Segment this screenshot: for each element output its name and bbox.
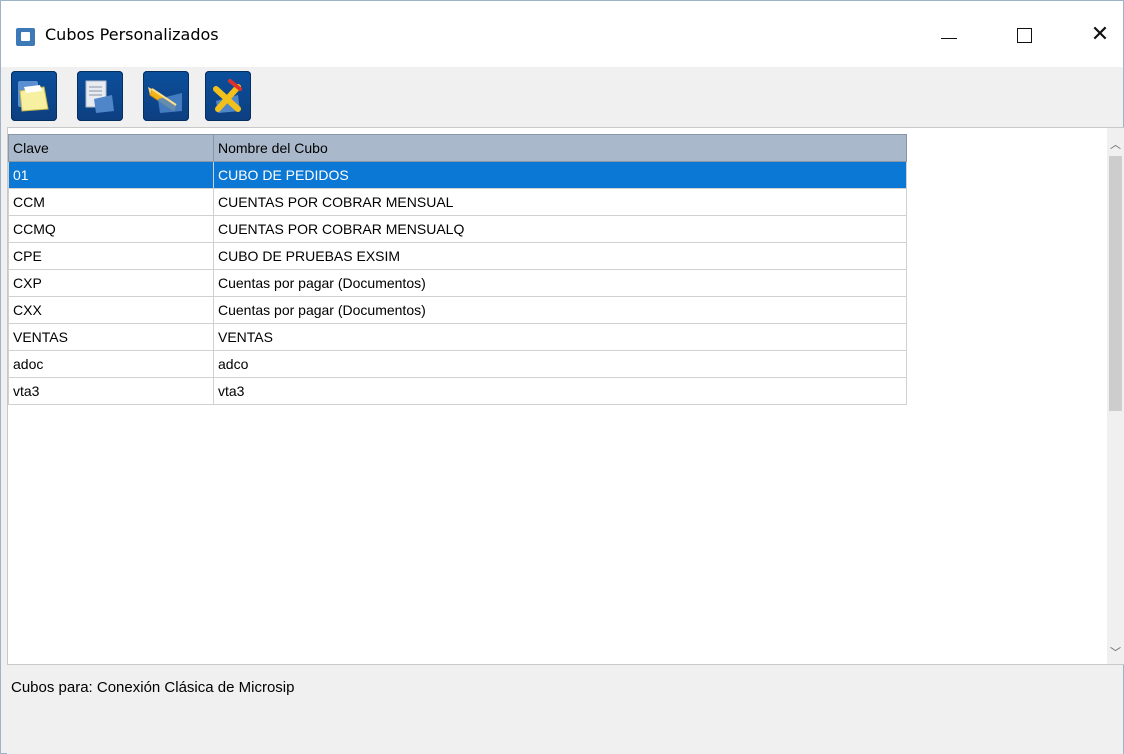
cell-clave: CCM <box>8 188 214 216</box>
cubes-grid[interactable]: Clave Nombre del Cubo 01 CUBO DE PEDIDOS… <box>7 127 1124 665</box>
cell-clave: CXP <box>8 269 214 297</box>
status-panel: Cubos para: Conexión Clásica de Microsip <box>7 664 1123 754</box>
cell-nombre: Cuentas por pagar (Documentos) <box>213 269 907 297</box>
app-icon <box>16 28 35 46</box>
cell-clave: vta3 <box>8 377 214 405</box>
cell-nombre: VENTAS <box>213 323 907 351</box>
new-button[interactable] <box>77 71 123 121</box>
table-row[interactable]: vta3 vta3 <box>8 377 907 405</box>
column-header-clave[interactable]: Clave <box>8 134 214 162</box>
scroll-up-icon[interactable]: ︿ <box>1107 134 1124 154</box>
pencil-icon <box>148 87 182 113</box>
scroll-down-icon[interactable]: ﹀ <box>1107 642 1124 662</box>
table-row[interactable]: CXX Cuentas por pagar (Documentos) <box>8 296 907 324</box>
cell-nombre: CUBO DE PEDIDOS <box>213 161 907 189</box>
minimize-icon <box>941 37 957 39</box>
cell-nombre: CUBO DE PRUEBAS EXSIM <box>213 242 907 270</box>
table-row[interactable]: CPE CUBO DE PRUEBAS EXSIM <box>8 242 907 270</box>
cell-clave: adoc <box>8 350 214 378</box>
cell-nombre: CUENTAS POR COBRAR MENSUALQ <box>213 215 907 243</box>
new-document-icon <box>85 80 114 113</box>
table-row[interactable]: CXP Cuentas por pagar (Documentos) <box>8 269 907 297</box>
vertical-scrollbar[interactable]: ︿ ﹀ <box>1107 128 1124 664</box>
close-button[interactable]: ✕ <box>1077 15 1123 55</box>
edit-button[interactable] <box>143 71 189 121</box>
folder-open-icon <box>18 81 49 112</box>
open-button[interactable] <box>11 71 57 121</box>
table-header-row: Clave Nombre del Cubo <box>8 134 907 162</box>
cubes-table: Clave Nombre del Cubo 01 CUBO DE PEDIDOS… <box>8 134 907 405</box>
maximize-button[interactable] <box>1001 15 1047 55</box>
cell-nombre: CUENTAS POR COBRAR MENSUAL <box>213 188 907 216</box>
toolbar <box>1 67 1123 127</box>
cell-nombre: vta3 <box>213 377 907 405</box>
table-row[interactable]: 01 CUBO DE PEDIDOS <box>8 161 907 189</box>
cell-clave: VENTAS <box>8 323 214 351</box>
minimize-button[interactable] <box>926 15 972 55</box>
status-text: Cubos para: Conexión Clásica de Microsip <box>11 679 295 696</box>
cell-nombre: adco <box>213 350 907 378</box>
cell-clave: CPE <box>8 242 214 270</box>
cell-nombre: Cuentas por pagar (Documentos) <box>213 296 907 324</box>
table-row[interactable]: CCMQ CUENTAS POR COBRAR MENSUALQ <box>8 215 907 243</box>
table-row[interactable]: adoc adco <box>8 350 907 378</box>
column-header-nombre[interactable]: Nombre del Cubo <box>213 134 907 162</box>
scroll-thumb[interactable] <box>1109 156 1122 411</box>
cell-clave: CXX <box>8 296 214 324</box>
delete-x-icon <box>213 79 242 113</box>
cubos-window: Cubos Personalizados ✕ Clave Nombre del … <box>0 0 1124 754</box>
delete-button[interactable] <box>205 71 251 121</box>
cell-clave: 01 <box>8 161 214 189</box>
table-row[interactable]: VENTAS VENTAS <box>8 323 907 351</box>
title-bar: Cubos Personalizados ✕ <box>1 1 1123 67</box>
maximize-icon <box>1016 27 1032 43</box>
cell-clave: CCMQ <box>8 215 214 243</box>
window-title: Cubos Personalizados <box>45 25 219 44</box>
table-row[interactable]: CCM CUENTAS POR COBRAR MENSUAL <box>8 188 907 216</box>
close-icon: ✕ <box>1090 22 1110 47</box>
